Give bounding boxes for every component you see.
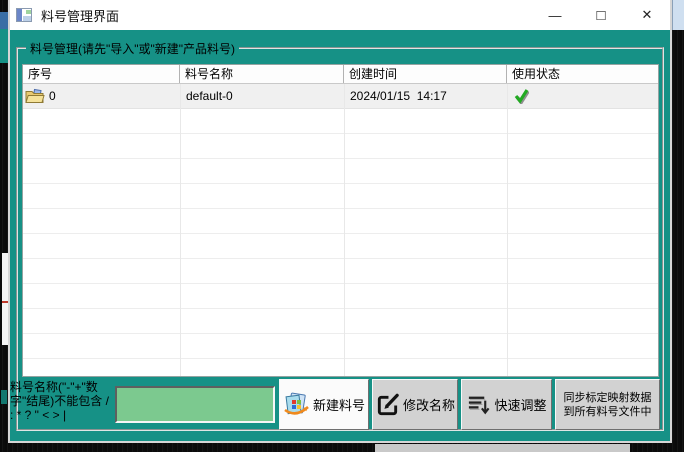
- app-icon: [16, 8, 32, 22]
- column-header-created[interactable]: 创建时间: [344, 65, 507, 83]
- rename-button[interactable]: 修改名称: [372, 379, 458, 430]
- empty-rows: [23, 109, 658, 377]
- background-icon-sliver: [0, 12, 8, 29]
- table-row-empty: [23, 359, 658, 377]
- column-header-name[interactable]: 料号名称: [180, 65, 344, 83]
- part-number-table: 序号 料号名称 创建时间 使用状态 0 default-0: [22, 64, 659, 377]
- maximize-button[interactable]: □: [578, 0, 624, 30]
- footer-buttons: 新建料号 修改名称: [279, 379, 660, 430]
- table-row-empty: [23, 284, 658, 309]
- quick-adjust-label: 快速调整: [494, 395, 546, 414]
- new-part-button[interactable]: 新建料号: [279, 379, 369, 430]
- desktop: 料号管理界面 — □ ✕ 料号管理(请先"导入"或"新建"产品料号) 序号 料号…: [0, 0, 684, 452]
- new-part-label: 新建料号: [313, 395, 365, 414]
- part-number-manager-window: 料号管理界面 — □ ✕ 料号管理(请先"导入"或"新建"产品料号) 序号 料号…: [8, 0, 672, 443]
- window-controls: — □ ✕: [532, 0, 670, 30]
- table-row-empty: [23, 259, 658, 284]
- column-header-seq[interactable]: 序号: [23, 65, 180, 83]
- part-number-groupbox: 料号管理(请先"导入"或"新建"产品料号) 序号 料号名称 创建时间 使用状态: [16, 47, 664, 431]
- quick-adjust-icon: [466, 392, 491, 417]
- table-row-empty: [23, 159, 658, 184]
- table-row-empty: [23, 184, 658, 209]
- sync-mapping-label: 同步标定映射数据到所有料号文件中: [559, 391, 656, 419]
- green-check-icon: [513, 88, 529, 104]
- rename-label: 修改名称: [403, 395, 455, 414]
- column-header-status[interactable]: 使用状态: [507, 65, 658, 83]
- table-header: 序号 料号名称 创建时间 使用状态: [23, 65, 658, 84]
- folder-icon: [25, 88, 45, 104]
- table-row-empty: [23, 309, 658, 334]
- name-rule-label: 料号名称("-"+"数字"结尾)不能包含 / : * ? " < > |: [10, 380, 115, 422]
- titlebar: 料号管理界面 — □ ✕: [10, 0, 670, 30]
- table-row-empty: [23, 209, 658, 234]
- quick-adjust-button[interactable]: 快速调整: [461, 379, 552, 430]
- sync-mapping-button[interactable]: 同步标定映射数据到所有料号文件中: [555, 379, 660, 430]
- table-row-empty: [23, 234, 658, 259]
- cell-name: default-0: [180, 89, 344, 103]
- cell-seq: 0: [23, 88, 180, 104]
- cell-seq-text: 0: [49, 89, 56, 103]
- background-window-sliver: [0, 29, 8, 63]
- background-window-sliver: [1, 390, 7, 404]
- close-button[interactable]: ✕: [624, 0, 670, 30]
- minimize-button[interactable]: —: [532, 0, 578, 30]
- new-part-icon: [283, 391, 310, 418]
- taskbar-sliver: [375, 444, 630, 452]
- table-row-selected[interactable]: 0 default-0 2024/01/15 14:17: [23, 84, 658, 109]
- table-row-empty: [23, 109, 658, 134]
- background-window-sliver: [672, 0, 684, 30]
- edit-icon: [375, 392, 400, 417]
- cell-created: 2024/01/15 14:17: [344, 89, 507, 103]
- part-number-input[interactable]: [115, 386, 275, 423]
- groupbox-title: 料号管理(请先"导入"或"新建"产品料号): [26, 40, 239, 57]
- cell-status: [507, 88, 658, 104]
- table-row-empty: [23, 134, 658, 159]
- window-title: 料号管理界面: [41, 6, 119, 25]
- table-row-empty: [23, 334, 658, 359]
